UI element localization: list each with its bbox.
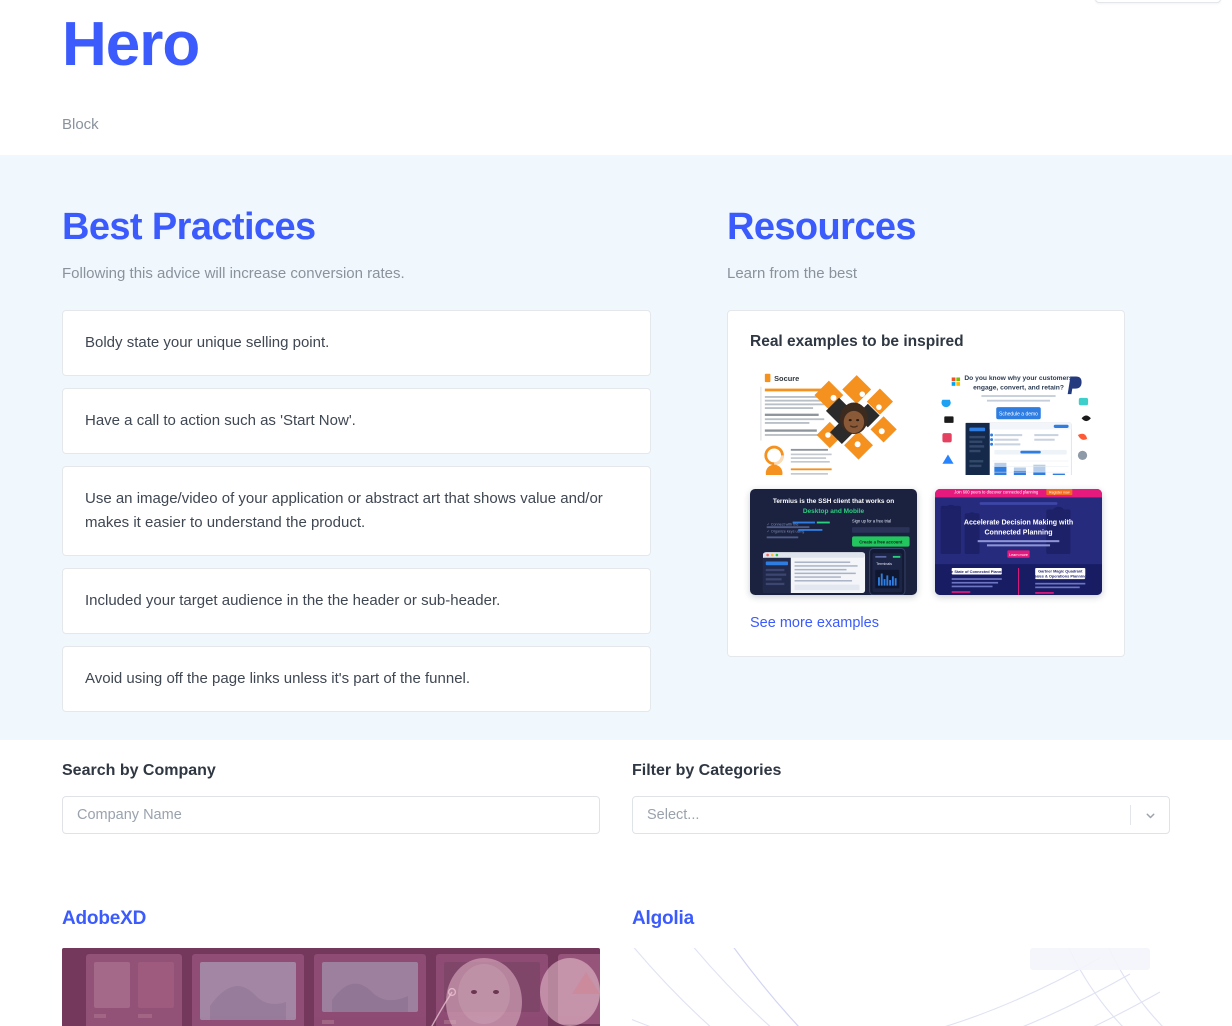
company-name[interactable]: Algolia bbox=[632, 908, 1170, 930]
advice-section: Best Practices Following this advice wil… bbox=[0, 155, 1232, 740]
page-root: Hero Block Best Practices Following this… bbox=[0, 0, 1232, 1026]
company-screenshot-algolia[interactable]: SEARCH TECHNOLOGY TO POWER YOUR BUSINESS bbox=[632, 948, 1170, 1026]
best-practices-column: Best Practices Following this advice wil… bbox=[62, 206, 651, 712]
svg-text:The State of Connected Plannin: The State of Connected Planning bbox=[946, 569, 1007, 574]
example-thumbnail-analytics[interactable]: Do you know why your customers engage, c… bbox=[935, 368, 1102, 475]
svg-text:Learn more: Learn more bbox=[1009, 553, 1028, 557]
search-by-company-group: Search by Company bbox=[62, 762, 600, 834]
resources-card: Real examples to be inspired Socure Do y… bbox=[727, 309, 1125, 657]
svg-text:Connected Planning: Connected Planning bbox=[984, 529, 1052, 536]
categories-select-value: Select... bbox=[647, 807, 700, 823]
resources-column: Resources Learn from the best Real examp… bbox=[727, 206, 1125, 712]
list-item: Avoid using off the page links unless it… bbox=[62, 645, 651, 712]
company-screenshot-adobexd[interactable]: Xd Adobe XD bbox=[62, 948, 600, 1026]
svg-text:Sales & Operations Planning: Sales & Operations Planning bbox=[1034, 574, 1088, 579]
best-practices-subtitle: Following this advice will increase conv… bbox=[62, 264, 405, 282]
company-card-adobexd: AdobeXD bbox=[62, 908, 600, 1026]
svg-text:Create a free account: Create a free account bbox=[859, 539, 903, 544]
list-item: Included your target audience in the the… bbox=[62, 567, 651, 634]
svg-text:Terminals: Terminals bbox=[876, 562, 892, 566]
svg-text:Termius is the SSH client that: Termius is the SSH client that works on bbox=[773, 498, 894, 505]
page-header: Hero Block bbox=[0, 0, 1232, 134]
company-results: AdobeXD Algolia bbox=[0, 908, 1232, 1026]
resources-subtitle: Learn from the best bbox=[727, 264, 858, 282]
resources-title: Resources bbox=[727, 206, 917, 248]
page-title: Hero bbox=[62, 10, 200, 79]
page-subtitle: Block bbox=[62, 116, 99, 133]
example-thumbnail-termius[interactable]: Termius is the SSH client that works on … bbox=[750, 488, 917, 595]
svg-text:engage, convert, and retain?: engage, convert, and retain? bbox=[973, 384, 1064, 391]
svg-text:Socure: Socure bbox=[774, 374, 799, 383]
filter-bar: Search by Company Filter by Categories S… bbox=[0, 762, 1232, 834]
list-item: Use an image/video of your application o… bbox=[62, 465, 651, 556]
best-practices-list: Boldy state your unique selling point. H… bbox=[62, 309, 651, 712]
filter-by-categories-label: Filter by Categories bbox=[632, 762, 782, 779]
example-thumbnail-connected-planning[interactable]: Join 600 peers to discover connected pla… bbox=[935, 488, 1102, 595]
svg-text:Register now: Register now bbox=[1049, 491, 1070, 495]
categories-select[interactable]: Select... bbox=[632, 796, 1170, 834]
cutoff-panel-top-right bbox=[1095, 0, 1221, 3]
list-item: Have a call to action such as 'Start Now… bbox=[62, 387, 651, 454]
example-thumbnail-socure[interactable]: Socure bbox=[750, 368, 917, 475]
see-more-examples-link[interactable]: See more examples bbox=[750, 615, 879, 631]
svg-text:Join 600 peers to discover con: Join 600 peers to discover connected pla… bbox=[954, 490, 1038, 495]
company-name[interactable]: AdobeXD bbox=[62, 908, 600, 930]
filter-by-categories-group: Filter by Categories Select... bbox=[632, 762, 1170, 834]
search-input[interactable] bbox=[62, 796, 600, 834]
search-by-company-label: Search by Company bbox=[62, 762, 216, 779]
chevron-down-icon[interactable] bbox=[1131, 809, 1169, 822]
svg-text:Do you know why your customers: Do you know why your customers bbox=[964, 375, 1073, 382]
best-practices-title: Best Practices bbox=[62, 206, 316, 248]
svg-text:Accelerate Decision Making wit: Accelerate Decision Making with bbox=[964, 519, 1073, 526]
svg-text:Schedule a demo: Schedule a demo bbox=[999, 411, 1038, 417]
svg-text:Desktop and Mobile: Desktop and Mobile bbox=[803, 508, 865, 515]
svg-text:Sign up for a free trial: Sign up for a free trial bbox=[852, 518, 891, 523]
list-item: Boldy state your unique selling point. bbox=[62, 309, 651, 376]
company-card-algolia: Algolia bbox=[632, 908, 1170, 1026]
example-thumbnails: Socure Do you know why your customers en… bbox=[750, 368, 1102, 595]
resources-card-title: Real examples to be inspired bbox=[750, 332, 964, 350]
